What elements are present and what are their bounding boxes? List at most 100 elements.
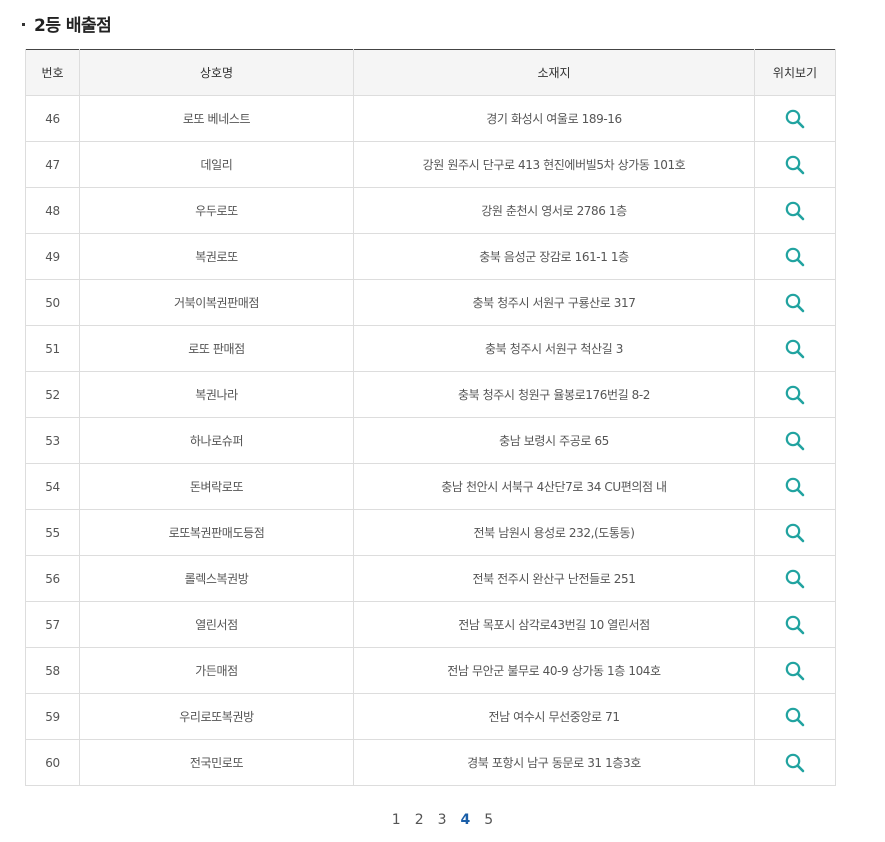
- cell-number: 48: [25, 187, 80, 234]
- cell-address: 전북 남원시 용성로 232,(도통동): [353, 509, 755, 556]
- cell-number: 55: [25, 509, 80, 556]
- cell-location: [754, 417, 836, 464]
- table-body: 46 로또 베네스트 경기 화성시 여울로 189-16 47 데일리 강원 원주시 단구…: [25, 95, 836, 786]
- cell-location: [754, 371, 836, 418]
- location-search-button[interactable]: [784, 200, 806, 222]
- section-title: 2등 배출점: [22, 10, 112, 36]
- location-search-button[interactable]: [784, 476, 806, 498]
- location-search-button[interactable]: [784, 292, 806, 314]
- table-row: 46 로또 베네스트 경기 화성시 여울로 189-16: [25, 95, 836, 142]
- cell-store-name: 돈벼락로또: [79, 463, 354, 510]
- header-address: 소재지: [353, 49, 755, 96]
- location-search-button[interactable]: [784, 154, 806, 176]
- table-row: 60 전국민로또 경북 포항시 남구 동문로 31 1층3호: [25, 739, 836, 786]
- search-icon: [785, 615, 805, 634]
- cell-address: 충남 보령시 주공로 65: [353, 417, 755, 464]
- cell-store-name: 로또 판매점: [79, 325, 354, 372]
- location-search-button[interactable]: [784, 338, 806, 360]
- header-store-name: 상호명: [79, 49, 354, 96]
- search-icon: [785, 339, 805, 358]
- table-row: 47 데일리 강원 원주시 단구로 413 현진에버빌5차 상가동 101호: [25, 141, 836, 188]
- cell-store-name: 가든매점: [79, 647, 354, 694]
- search-icon: [785, 431, 805, 450]
- cell-address: 경북 포항시 남구 동문로 31 1층3호: [353, 739, 755, 786]
- store-table: 번호 상호명 소재지 위치보기 46 로또 베네스트 경기 화성시 여울로 189-…: [25, 49, 836, 786]
- cell-store-name: 열린서점: [79, 601, 354, 648]
- cell-address: 충북 청주시 청원구 율봉로176번길 8-2: [353, 371, 755, 418]
- search-icon: [785, 109, 805, 128]
- bullet-dot: [22, 22, 25, 26]
- cell-number: 50: [25, 279, 80, 326]
- cell-location: [754, 279, 836, 326]
- cell-store-name: 복권로또: [79, 233, 354, 280]
- cell-number: 56: [25, 555, 80, 602]
- header-location: 위치보기: [754, 49, 836, 96]
- table-row: 53 하나로슈퍼 충남 보령시 주공로 65: [25, 417, 836, 464]
- table-row: 54 돈벼락로또 충남 천안시 서북구 4산단7로 34 CU편의점 내: [25, 463, 836, 510]
- cell-address: 전북 전주시 완산구 난전들로 251: [353, 555, 755, 602]
- table-row: 58 가든매점 전남 무안군 불무로 40-9 상가동 1층 104호: [25, 647, 836, 694]
- cell-number: 54: [25, 463, 80, 510]
- cell-location: [754, 647, 836, 694]
- table-row: 49 복권로또 충북 음성군 장감로 161-1 1층: [25, 233, 836, 280]
- table-row: 59 우리로또복권방 전남 여수시 무선중앙로 71: [25, 693, 836, 740]
- cell-location: [754, 233, 836, 280]
- cell-location: [754, 463, 836, 510]
- search-icon: [785, 201, 805, 220]
- cell-address: 충남 천안시 서북구 4산단7로 34 CU편의점 내: [353, 463, 755, 510]
- location-search-button[interactable]: [784, 522, 806, 544]
- page-link-2[interactable]: 2: [415, 812, 424, 828]
- cell-store-name: 로또 베네스트: [79, 95, 354, 142]
- location-search-button[interactable]: [784, 384, 806, 406]
- cell-number: 59: [25, 693, 80, 740]
- search-icon: [785, 523, 805, 542]
- location-search-button[interactable]: [784, 430, 806, 452]
- header-number: 번호: [25, 49, 80, 96]
- cell-store-name: 로또복권판매도등점: [79, 509, 354, 556]
- cell-store-name: 롤렉스복권방: [79, 555, 354, 602]
- cell-number: 46: [25, 95, 80, 142]
- search-icon: [785, 247, 805, 266]
- page-link-5[interactable]: 5: [484, 812, 493, 828]
- cell-number: 52: [25, 371, 80, 418]
- page-link-4[interactable]: 4: [461, 812, 471, 828]
- page-link-3[interactable]: 3: [438, 812, 447, 828]
- cell-location: [754, 601, 836, 648]
- table-row: 48 우두로또 강원 춘천시 영서로 2786 1층: [25, 187, 836, 234]
- cell-address: 전남 목포시 삼각로43번길 10 열린서점: [353, 601, 755, 648]
- search-icon: [785, 661, 805, 680]
- cell-address: 충북 청주시 서원구 척산길 3: [353, 325, 755, 372]
- cell-number: 58: [25, 647, 80, 694]
- cell-number: 51: [25, 325, 80, 372]
- search-icon: [785, 753, 805, 772]
- table-row: 55 로또복권판매도등점 전북 남원시 용성로 232,(도통동): [25, 509, 836, 556]
- location-search-button[interactable]: [784, 706, 806, 728]
- section-title-text: 2등 배출점: [34, 15, 112, 36]
- cell-number: 60: [25, 739, 80, 786]
- search-icon: [785, 569, 805, 588]
- cell-store-name: 우리로또복권방: [79, 693, 354, 740]
- location-search-button[interactable]: [784, 660, 806, 682]
- cell-address: 전남 여수시 무선중앙로 71: [353, 693, 755, 740]
- cell-address: 경기 화성시 여울로 189-16: [353, 95, 755, 142]
- location-search-button[interactable]: [784, 568, 806, 590]
- cell-store-name: 전국민로또: [79, 739, 354, 786]
- table-row: 51 로또 판매점 충북 청주시 서원구 척산길 3: [25, 325, 836, 372]
- cell-store-name: 데일리: [79, 141, 354, 188]
- search-icon: [785, 385, 805, 404]
- cell-store-name: 우두로또: [79, 187, 354, 234]
- location-search-button[interactable]: [784, 246, 806, 268]
- location-search-button[interactable]: [784, 614, 806, 636]
- cell-location: [754, 141, 836, 188]
- search-icon: [785, 155, 805, 174]
- search-icon: [785, 707, 805, 726]
- page-link-1[interactable]: 1: [392, 812, 401, 828]
- cell-address: 전남 무안군 불무로 40-9 상가동 1층 104호: [353, 647, 755, 694]
- search-icon: [785, 293, 805, 312]
- cell-number: 57: [25, 601, 80, 648]
- cell-location: [754, 693, 836, 740]
- cell-location: [754, 739, 836, 786]
- location-search-button[interactable]: [784, 108, 806, 130]
- location-search-button[interactable]: [784, 752, 806, 774]
- table-row: 50 거북이복권판매점 충북 청주시 서원구 구룡산로 317: [25, 279, 836, 326]
